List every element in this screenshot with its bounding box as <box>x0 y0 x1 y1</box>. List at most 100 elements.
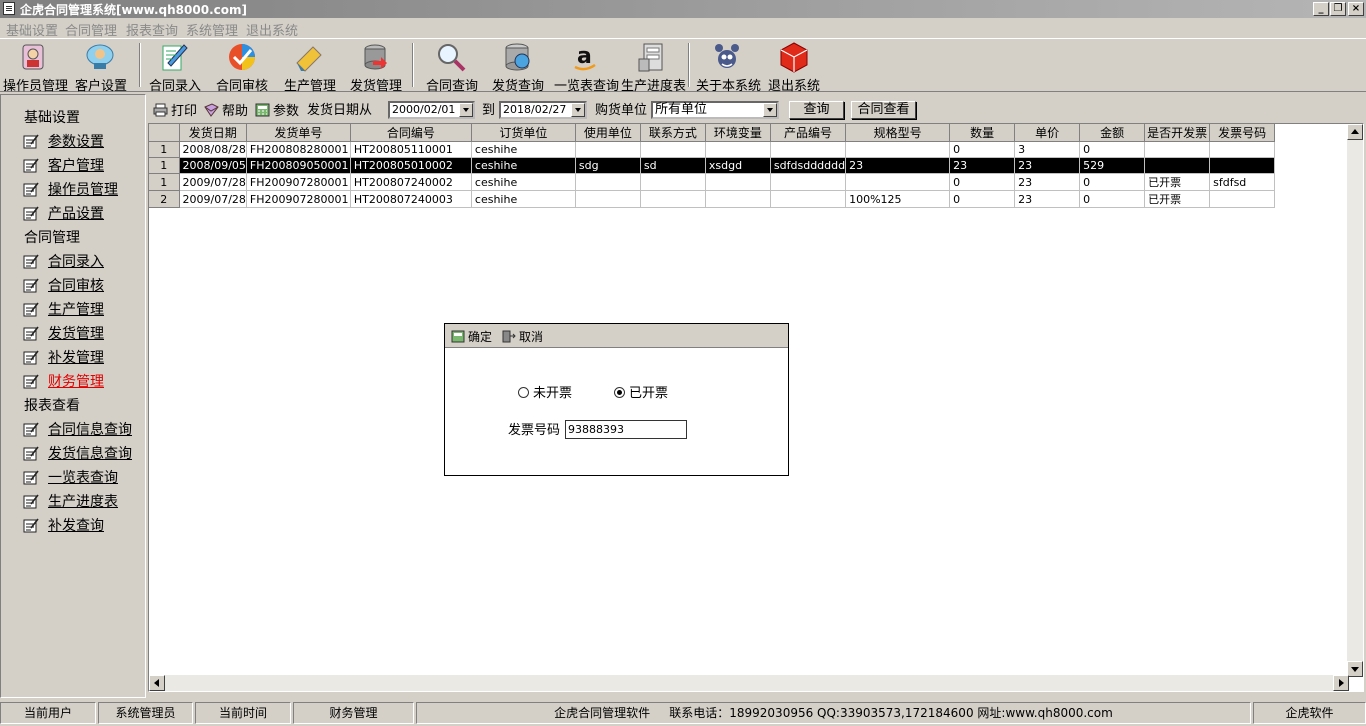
column-header[interactable]: 发货日期 <box>179 124 247 142</box>
scroll-right-arrow-icon[interactable] <box>1333 675 1349 691</box>
table-cell <box>705 190 771 208</box>
menu-exit-system[interactable]: 退出系统 <box>246 20 298 39</box>
column-header[interactable]: 数量 <box>949 124 1016 142</box>
toolbar-contract-entry-button[interactable]: 合同录入 <box>149 41 201 94</box>
confirm-button[interactable]: 确定 <box>451 328 492 345</box>
row-number: 1 <box>149 141 180 158</box>
notepad-icon <box>23 470 39 485</box>
chevron-down-icon[interactable] <box>763 103 777 117</box>
scroll-down-arrow-icon[interactable] <box>1347 661 1363 677</box>
close-button[interactable]: × <box>1348 2 1364 16</box>
toolbar-shipping-query-button[interactable]: 发货查询 <box>492 41 544 94</box>
table-cell: 0 <box>949 190 1016 208</box>
column-header[interactable]: 规格型号 <box>845 124 951 142</box>
view-contract-button[interactable]: 合同查看 <box>851 101 916 119</box>
table-cell: 23 <box>949 157 1016 174</box>
table-cell: 0 <box>1079 141 1146 158</box>
date-to-label: 到 <box>482 103 496 118</box>
table-cell: HT200807240002 <box>350 173 472 191</box>
menu-contract-management[interactable]: 合同管理 <box>65 20 117 39</box>
cancel-button[interactable]: 取消 <box>502 328 543 345</box>
sidebar-item-label: 生产管理 <box>48 302 104 318</box>
column-header[interactable]: 联系方式 <box>640 124 706 142</box>
toolbar-label: 生产管理 <box>284 79 337 94</box>
toolbar-overview-query-button[interactable]: a 一览表查询 <box>554 41 619 94</box>
invoice-number-input[interactable]: 93888393 <box>565 420 687 439</box>
confirm-label: 确定 <box>468 330 493 344</box>
toolbar-exit-button[interactable]: 退出系统 <box>768 41 820 94</box>
table-cell: 23 <box>1014 157 1081 174</box>
menu-report-query[interactable]: 报表查询 <box>126 20 178 39</box>
table-row[interactable]: 2 2009/07/28 FH200907280001 HT200807240003 c… <box>149 190 1276 208</box>
column-header[interactable]: 环境变量 <box>705 124 771 142</box>
date-to-picker[interactable]: 2018/02/27 <box>499 101 587 119</box>
table-cell: 已开票 <box>1144 173 1211 191</box>
toolbar-production-button[interactable]: 生产管理 <box>284 41 337 94</box>
invoice-dialog: 确定 取消 未开票 已开票 发票号码 93888393 <box>444 323 789 476</box>
chevron-down-icon[interactable] <box>571 103 585 117</box>
column-header[interactable]: 金额 <box>1079 124 1146 142</box>
scroll-left-arrow-icon[interactable] <box>149 675 165 691</box>
help-button[interactable]: 帮助 <box>204 100 248 119</box>
column-header[interactable]: 发票号码 <box>1209 124 1276 142</box>
column-header[interactable]: 使用单位 <box>575 124 641 142</box>
column-header[interactable]: 订货单位 <box>471 124 576 142</box>
radio-not-invoiced[interactable]: 未开票 <box>518 382 572 401</box>
params-button[interactable]: 参数 <box>255 100 299 119</box>
radio-invoiced[interactable]: 已开票 <box>614 382 668 401</box>
table-row[interactable]: 1 2008/09/05 FH200809050001 HT200805010002 c… <box>149 157 1276 174</box>
column-header[interactable]: 发货单号 <box>246 124 351 142</box>
sidebar-item-label: 一览表查询 <box>48 470 118 486</box>
column-header[interactable]: 是否开发票 <box>1144 124 1211 142</box>
vertical-scrollbar[interactable] <box>1347 124 1363 677</box>
row-number: 1 <box>149 157 180 174</box>
table-row[interactable]: 1 2009/07/28 FH200907280001 HT200807240002 c… <box>149 173 1276 191</box>
notepad-icon <box>23 182 39 197</box>
toolbar-customer-button[interactable]: 客户设置 <box>75 41 127 94</box>
magnifier-icon <box>435 41 467 73</box>
search-button[interactable]: 查询 <box>789 101 844 119</box>
toolbar-operator-button[interactable]: 操作员管理 <box>3 41 68 94</box>
chevron-down-icon[interactable] <box>459 103 473 117</box>
column-header[interactable]: 合同编号 <box>350 124 472 142</box>
table-cell: 2009/07/28 <box>179 190 247 208</box>
table-cell: FH200907280001 <box>246 190 351 208</box>
window-title: 企虎合同管理系统[www.qh8000.com] <box>20 3 247 17</box>
date-to-value: 2018/02/27 <box>503 103 567 116</box>
menu-bar: 基础设置 合同管理 报表查询 系统管理 退出系统 <box>0 18 1366 39</box>
toolbar-shipping-button[interactable]: 发货管理 <box>350 41 402 94</box>
table-cell <box>845 173 951 191</box>
table-cell <box>770 190 847 208</box>
menu-basic-settings[interactable]: 基础设置 <box>6 20 58 39</box>
notepad-icon <box>23 278 39 293</box>
table-cell <box>575 141 641 158</box>
buyer-select[interactable]: 所有单位 <box>651 101 779 119</box>
sidebar-item-label: 合同审核 <box>48 278 104 294</box>
column-header[interactable]: 单价 <box>1014 124 1081 142</box>
menu-system-management[interactable]: 系统管理 <box>186 20 238 39</box>
column-header[interactable]: 产品编号 <box>770 124 847 142</box>
notepad-icon <box>23 158 39 173</box>
shipping-table: 发货日期 发货单号 合同编号 订货单位 使用单位 联系方式 环境变量 产品编号 规格型号 数量 单价… <box>149 124 1276 208</box>
toolbar-label: 关于本系统 <box>696 79 762 94</box>
buyer-label: 购货单位 <box>595 103 648 118</box>
minimize-button[interactable]: _ <box>1313 2 1329 16</box>
date-from-picker[interactable]: 2000/02/01 <box>388 101 475 119</box>
toolbar-contract-audit-button[interactable]: 合同审核 <box>216 41 268 94</box>
table-cell: FH200907280001 <box>246 173 351 191</box>
toolbar-progress-button[interactable]: 生产进度表 <box>621 41 686 94</box>
table-cell <box>770 173 847 191</box>
status-current-user-label: 当前用户 <box>0 702 96 724</box>
row-number: 1 <box>149 173 180 191</box>
toolbar-contract-query-button[interactable]: 合同查询 <box>426 41 478 94</box>
horizontal-scrollbar[interactable] <box>149 675 1349 691</box>
toolbar-about-button[interactable]: 关于本系统 <box>696 41 762 94</box>
sidebar-item-label: 补发查询 <box>48 518 104 534</box>
table-cell: 0 <box>949 141 1016 158</box>
shipping-icon <box>359 41 391 73</box>
scroll-up-arrow-icon[interactable] <box>1347 124 1363 140</box>
print-button[interactable]: 打印 <box>153 100 197 119</box>
table-row[interactable]: 1 2008/08/28 FH200808280001 HT200805110001 c… <box>149 141 1276 158</box>
restore-button[interactable]: ❐ <box>1330 2 1346 16</box>
overview-icon: a <box>569 41 601 73</box>
